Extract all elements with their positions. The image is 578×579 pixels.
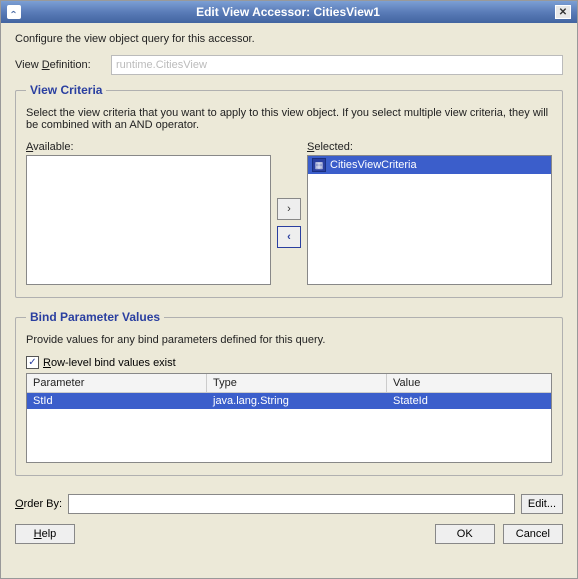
selected-label: Selected:: [307, 141, 552, 153]
cell-value: StateId: [387, 393, 551, 409]
cancel-button[interactable]: Cancel: [503, 524, 563, 544]
list-item[interactable]: ▦ CitiesViewCriteria: [308, 156, 551, 174]
chevron-left-icon: ‹: [287, 231, 291, 243]
bind-parameters-desc: Provide values for any bind parameters d…: [26, 334, 552, 346]
title-bar: ‹ Edit View Accessor: CitiesView1 ✕: [1, 1, 577, 23]
bind-parameters-table[interactable]: Parameter Type Value StId java.lang.Stri…: [26, 373, 552, 463]
row-level-label: Row-level bind values exist: [43, 357, 176, 369]
close-icon[interactable]: ✕: [555, 5, 571, 19]
dialog-title: Edit View Accessor: CitiesView1: [21, 5, 555, 19]
bind-parameters-legend: Bind Parameter Values: [26, 310, 164, 324]
view-definition-field[interactable]: [111, 55, 563, 75]
bind-parameters-group: Bind Parameter Values Provide values for…: [15, 310, 563, 476]
col-value[interactable]: Value: [387, 374, 551, 392]
table-row[interactable]: StId java.lang.String StateId: [27, 393, 551, 409]
help-button[interactable]: Help: [15, 524, 75, 544]
list-item-label: CitiesViewCriteria: [330, 159, 417, 171]
selected-list[interactable]: ▦ CitiesViewCriteria: [307, 155, 552, 285]
ok-button[interactable]: OK: [435, 524, 495, 544]
order-by-field[interactable]: [68, 494, 515, 514]
expand-icon[interactable]: ‹: [7, 5, 21, 19]
order-by-label: Order By:: [15, 498, 62, 510]
col-type[interactable]: Type: [207, 374, 387, 392]
col-parameter[interactable]: Parameter: [27, 374, 207, 392]
cell-parameter: StId: [27, 393, 207, 409]
edit-button[interactable]: Edit...: [521, 494, 563, 514]
move-right-button[interactable]: ›: [277, 198, 301, 220]
row-level-checkbox[interactable]: ✓: [26, 356, 39, 369]
chevron-right-icon: ›: [287, 203, 291, 215]
cell-type: java.lang.String: [207, 393, 387, 409]
view-definition-label: View Definition:: [15, 59, 105, 71]
view-criteria-desc: Select the view criteria that you want t…: [26, 107, 552, 131]
view-criteria-legend: View Criteria: [26, 83, 106, 97]
check-icon: ✓: [28, 357, 36, 368]
intro-text: Configure the view object query for this…: [15, 33, 563, 45]
criteria-icon: ▦: [312, 158, 326, 172]
view-criteria-group: View Criteria Select the view criteria t…: [15, 83, 563, 298]
move-left-button[interactable]: ‹: [277, 226, 301, 248]
available-list[interactable]: [26, 155, 271, 285]
available-label: Available:: [26, 141, 271, 153]
